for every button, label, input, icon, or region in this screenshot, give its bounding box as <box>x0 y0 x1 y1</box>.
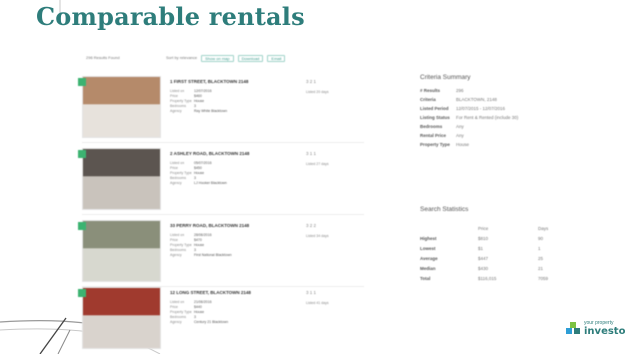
listing-field-value: $460 <box>194 94 202 98</box>
listing-field-label: Bedrooms <box>170 315 186 319</box>
stats-price: $447 <box>478 256 489 261</box>
listing-field-value: 3 <box>194 176 196 180</box>
listing-address[interactable]: 33 PERRY ROAD, BLACKTOWN 2148 <box>170 223 249 228</box>
listing-field-label: Property Type <box>170 171 192 175</box>
listing-field-label: Price <box>170 166 178 170</box>
bed-bath-car-icons: 3 1 1 <box>306 290 317 295</box>
listing-field-value: House <box>194 310 205 314</box>
listing-field-value: Century 21 Blacktown <box>194 320 229 324</box>
listing-field-value: 05/07/2016 <box>194 161 212 165</box>
listing-days: Listed 41 days <box>306 301 329 305</box>
listing-field-label: Agency <box>170 109 182 113</box>
status-badge <box>78 78 86 86</box>
listing-field-value: $450 <box>194 166 202 170</box>
listing-field-label: Agency <box>170 320 182 324</box>
listing-days: Listed 27 days <box>306 162 329 166</box>
stats-price: $1 <box>478 246 484 251</box>
search-statistics: Search Statistics Price Days Highest $81… <box>420 206 580 296</box>
stats-row-label: Total <box>420 276 431 281</box>
stats-days: 7059 <box>538 276 549 281</box>
bed-bath-car-icons: 3 2 1 <box>306 79 317 84</box>
listing-field-value: 21/06/2016 <box>194 300 212 304</box>
bed-bath-car-icons: 3 1 1 <box>306 151 317 156</box>
listing-field-value: 28/06/2016 <box>194 233 212 237</box>
results-count: 296 Results Found <box>86 55 120 60</box>
listing-divider <box>82 142 364 143</box>
listing-field-label: Property Type <box>170 99 192 103</box>
listing-field-value: 3 <box>194 248 196 252</box>
listing-card[interactable]: 2 ASHLEY ROAD, BLACKTOWN 2148 Listed on 05… <box>78 148 364 210</box>
status-badge <box>78 222 86 230</box>
listing-card[interactable]: 1 FIRST STREET, BLACKTOWN 2148 Listed on 1… <box>78 76 364 138</box>
listing-field-value: 3 <box>194 104 196 108</box>
stats-days: 21 <box>538 266 544 271</box>
listing-card[interactable]: 12 LONG STREET, BLACKTOWN 2148 Listed on 2… <box>78 287 364 349</box>
status-badge <box>78 150 86 158</box>
listing-field-label: Listed on <box>170 89 185 93</box>
listing-field-label: Listed on <box>170 300 185 304</box>
stats-price: $116,015 <box>478 276 497 281</box>
listing-field-label: Listed on <box>170 233 185 237</box>
listing-photo[interactable] <box>82 148 161 210</box>
listing-field-value: House <box>194 99 205 103</box>
map-button[interactable]: Show on map <box>201 55 234 62</box>
listing-field-label: Property Type <box>170 243 192 247</box>
listing-field-label: Bedrooms <box>170 104 186 108</box>
stats-row-label: Median <box>420 266 436 271</box>
listing-field-value: 12/07/2016 <box>194 89 212 93</box>
sort-dropdown[interactable]: Sort by relevance <box>166 55 197 62</box>
stats-price: $430 <box>478 266 489 271</box>
listing-photo[interactable] <box>82 76 161 138</box>
stats-header-days: Days <box>538 226 549 231</box>
stats-row-label: Average <box>420 256 438 261</box>
criteria-title: Criteria Summary <box>420 74 471 81</box>
listing-field-label: Property Type <box>170 310 192 314</box>
stats-days: 90 <box>538 236 544 241</box>
listing-field-value: 3 <box>194 315 196 319</box>
stats-header-price: Price <box>478 226 489 231</box>
investor-logo: your property investor <box>566 318 625 340</box>
listing-field-value: House <box>194 243 205 247</box>
listing-field-label: Listed on <box>170 161 185 165</box>
listing-field-value: First National Blacktown <box>194 253 232 257</box>
stats-price: $810 <box>478 236 489 241</box>
listing-field-label: Agency <box>170 181 182 185</box>
listing-field-value: LJ Hooker Blacktown <box>194 181 227 185</box>
listing-divider <box>82 214 364 215</box>
logo-mark-icon <box>566 322 580 334</box>
listing-field-label: Bedrooms <box>170 248 186 252</box>
status-badge <box>78 289 86 297</box>
listing-card[interactable]: 33 PERRY ROAD, BLACKTOWN 2148 Listed on 28… <box>78 220 364 282</box>
listing-field-value: $470 <box>194 238 202 242</box>
slide-title: Comparable rentals <box>36 2 305 31</box>
listing-field-label: Agency <box>170 253 182 257</box>
stats-days: 1 <box>538 246 541 251</box>
listing-photo[interactable] <box>82 220 161 282</box>
listing-days: Listed 34 days <box>306 234 329 238</box>
listing-address[interactable]: 2 ASHLEY ROAD, BLACKTOWN 2148 <box>170 151 249 156</box>
listing-address[interactable]: 1 FIRST STREET, BLACKTOWN 2148 <box>170 79 248 84</box>
listing-field-value: House <box>194 171 205 175</box>
stats-row-label: Highest <box>420 236 437 241</box>
listing-photo[interactable] <box>82 287 161 349</box>
listing-field-value: $440 <box>194 305 202 309</box>
stats-title: Search Statistics <box>420 206 469 213</box>
listing-field-label: Price <box>170 94 178 98</box>
email-button[interactable]: Email <box>267 55 286 62</box>
download-button[interactable]: Download <box>237 55 264 62</box>
criteria-summary: Criteria Summary # Results 296 Criteria BL… <box>420 74 519 147</box>
listing-field-label: Price <box>170 238 178 242</box>
bed-bath-car-icons: 3 2 2 <box>306 223 317 228</box>
listing-days: Listed 20 days <box>306 90 329 94</box>
listing-field-label: Bedrooms <box>170 176 186 180</box>
listing-field-label: Price <box>170 305 178 309</box>
stats-days: 25 <box>538 256 544 261</box>
logo-big-text: investor <box>584 326 625 337</box>
listing-field-value: Ray White Blacktown <box>194 109 228 113</box>
results-toolbar: Sort by relevance Show on map Download E… <box>166 55 286 62</box>
stats-row-label: Lowest <box>420 246 436 251</box>
listing-address[interactable]: 12 LONG STREET, BLACKTOWN 2148 <box>170 290 251 295</box>
